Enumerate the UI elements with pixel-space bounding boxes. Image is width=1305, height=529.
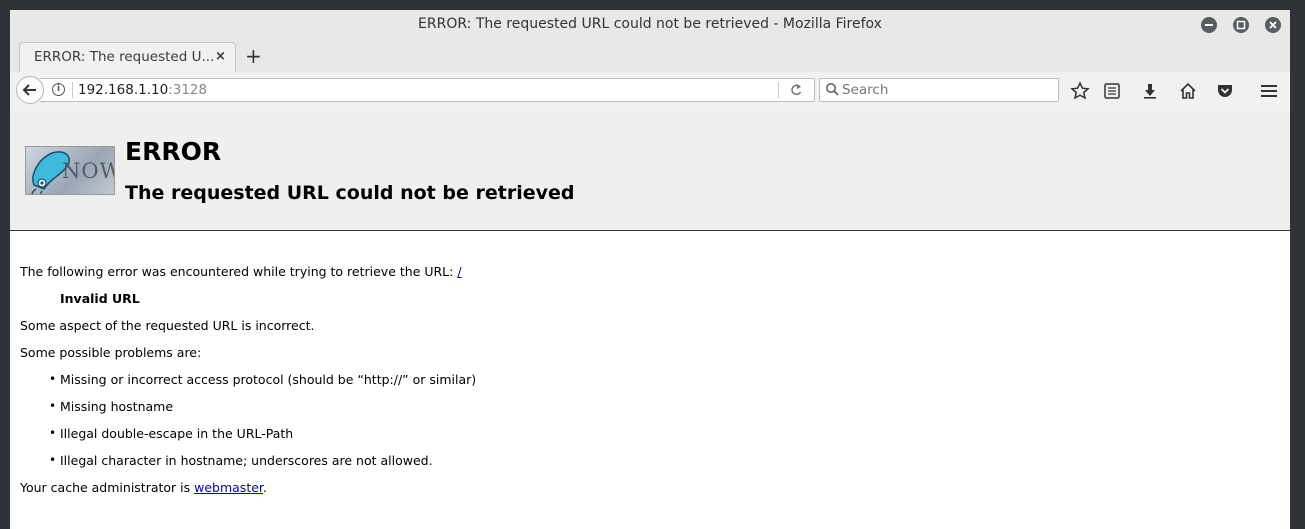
minimize-icon xyxy=(1205,24,1213,26)
url-text[interactable]: 192.168.1.10:3128 xyxy=(78,82,207,98)
bookmark-star-icon[interactable] xyxy=(1070,81,1090,101)
error-title: ERROR xyxy=(125,137,222,166)
close-icon xyxy=(1269,21,1277,29)
error-description: Some aspect of the requested URL is inco… xyxy=(20,318,315,333)
bullet-icon: • xyxy=(49,426,57,440)
tab-title: ERROR: The requested U... xyxy=(34,49,215,65)
navigation-bar: i 192.168.1.10:3128 xyxy=(10,72,1290,112)
search-icon xyxy=(826,83,839,96)
tab-error[interactable]: ERROR: The requested U... × xyxy=(19,42,236,72)
maximize-icon xyxy=(1236,20,1246,30)
reload-icon[interactable] xyxy=(789,80,803,104)
error-header: NOW ERROR The requested URL could not be… xyxy=(10,111,1290,231)
list-item: Illegal character in hostname; underscor… xyxy=(60,453,433,468)
back-arrow-icon xyxy=(22,84,36,96)
close-window-button[interactable] xyxy=(1265,17,1281,33)
search-box[interactable] xyxy=(819,78,1059,102)
title-bar: ERROR: The requested URL could not be re… xyxy=(10,10,1290,40)
window-title: ERROR: The requested URL could not be re… xyxy=(418,16,882,32)
error-subtitle: The requested URL could not be retrieved xyxy=(125,182,575,204)
admin-line: Your cache administrator is webmaster. xyxy=(20,480,267,495)
home-icon[interactable] xyxy=(1178,81,1198,101)
reading-list-icon[interactable] xyxy=(1102,81,1122,101)
bullet-icon: • xyxy=(49,399,57,413)
bullet-icon: • xyxy=(49,372,57,386)
admin-prefix: Your cache administrator is xyxy=(20,480,195,495)
site-info-icon[interactable]: i xyxy=(52,83,65,96)
new-tab-button[interactable]: + xyxy=(245,44,262,68)
search-input[interactable] xyxy=(842,81,1052,99)
url-port: :3128 xyxy=(168,82,208,98)
list-item: Illegal double-escape in the URL-Path xyxy=(60,426,294,441)
minimize-button[interactable] xyxy=(1201,17,1217,33)
tab-close-icon[interactable]: × xyxy=(215,49,226,64)
url-bar[interactable]: i 192.168.1.10:3128 xyxy=(40,78,815,102)
list-item: Missing or incorrect access protocol (sh… xyxy=(60,372,477,387)
logo-text: NOW xyxy=(62,159,114,183)
tab-strip: ERROR: The requested U... × + xyxy=(10,40,1290,73)
bullet-icon: • xyxy=(49,453,57,467)
browser-window: ERROR: The requested URL could not be re… xyxy=(10,10,1290,529)
webmaster-link[interactable]: webmaster xyxy=(194,480,263,495)
menu-icon[interactable] xyxy=(1259,81,1279,101)
maximize-button[interactable] xyxy=(1233,17,1249,33)
intro-line: The following error was encountered whil… xyxy=(20,264,462,279)
url-separator xyxy=(72,82,73,98)
list-item: Missing hostname xyxy=(60,399,174,414)
downloads-icon[interactable] xyxy=(1140,81,1160,101)
url-divider xyxy=(778,82,779,98)
problems-heading: Some possible problems are: xyxy=(20,345,202,360)
page-content: NOW ERROR The requested URL could not be… xyxy=(10,111,1290,529)
error-name: Invalid URL xyxy=(60,291,140,306)
intro-text: The following error was encountered whil… xyxy=(20,264,458,279)
admin-suffix: . xyxy=(262,480,267,495)
back-button[interactable] xyxy=(16,76,44,104)
url-host: 192.168.1.10 xyxy=(78,82,169,98)
squid-logo: NOW xyxy=(25,146,115,195)
pocket-icon[interactable] xyxy=(1215,81,1235,101)
requested-url-link[interactable]: / xyxy=(457,264,461,279)
